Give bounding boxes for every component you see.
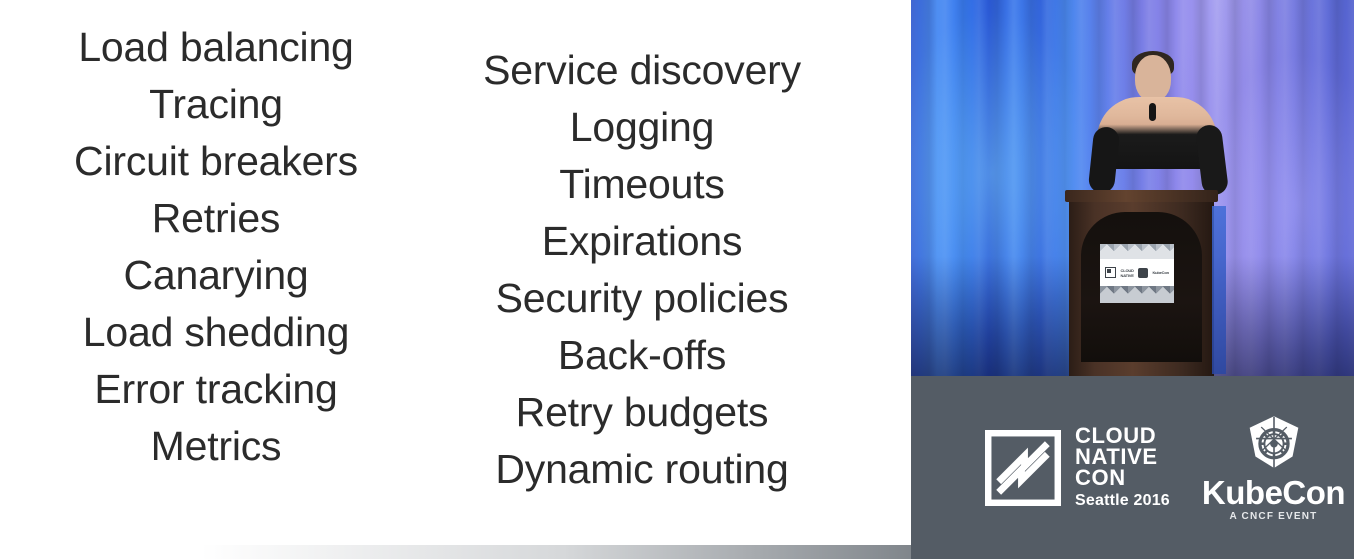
kubernetes-helm-icon bbox=[1138, 267, 1149, 278]
cncf-wordmark: CLOUD NATIVE CON Seattle 2016 bbox=[1075, 425, 1170, 510]
bullet-item: Error tracking bbox=[94, 366, 338, 412]
slide-bullet-columns: Load balancing Tracing Circuit breakers … bbox=[0, 0, 911, 559]
slide-canvas: Load balancing Tracing Circuit breakers … bbox=[0, 0, 911, 559]
event-branding-bar: CLOUD NATIVE CON Seattle 2016 KubeCon A … bbox=[911, 376, 1354, 559]
bullet-item: Logging bbox=[569, 104, 715, 150]
bullet-item: Canarying bbox=[123, 252, 309, 298]
speaker-head bbox=[1135, 55, 1171, 101]
podium-sign: CLOUD NATIVE KubeCon bbox=[1100, 244, 1174, 303]
bullet-item: Load balancing bbox=[78, 24, 354, 70]
podium-sign-pattern-top bbox=[1100, 244, 1174, 259]
podium-sign-cncf-label: CLOUD NATIVE bbox=[1120, 267, 1134, 278]
podium-side-light bbox=[1212, 206, 1226, 374]
podium-sign-logos: CLOUD NATIVE KubeCon bbox=[1100, 259, 1174, 286]
bullet-item: Service discovery bbox=[483, 47, 801, 93]
kubecon-tagline: A CNCF EVENT bbox=[1229, 511, 1318, 522]
bullet-item: Retries bbox=[151, 195, 281, 241]
cncf-mark-icon bbox=[1105, 267, 1117, 278]
cncf-word-con: CON bbox=[1075, 465, 1126, 490]
podium-top-surface bbox=[1065, 190, 1218, 202]
podium: CLOUD NATIVE KubeCon bbox=[1065, 190, 1226, 376]
bullet-item: Security policies bbox=[495, 275, 789, 321]
cncf-logo-lockup: CLOUD NATIVE CON Seattle 2016 bbox=[984, 425, 1170, 510]
bullet-item: Retry budgets bbox=[515, 389, 769, 435]
kubernetes-helm-icon bbox=[1242, 413, 1306, 477]
podium-sign-kubecon-label: KubeCon bbox=[1152, 270, 1169, 275]
kubecon-wordmark: KubeCon bbox=[1201, 474, 1346, 511]
speaker-arm-left bbox=[1087, 125, 1121, 195]
cncf-word-cloud: CLOUD bbox=[1075, 423, 1157, 448]
cncf-word-native: NATIVE bbox=[1075, 444, 1158, 469]
bullet-item: Timeouts bbox=[559, 161, 725, 207]
speaker-video-panel: CLOUD NATIVE KubeCon bbox=[911, 0, 1354, 376]
podium-sign-pattern-bottom bbox=[1100, 286, 1174, 303]
event-location-year: Seattle 2016 bbox=[1075, 492, 1170, 509]
bullet-item: Metrics bbox=[150, 423, 282, 469]
cncf-mark-icon bbox=[984, 429, 1062, 506]
microphone-icon bbox=[1149, 103, 1156, 121]
speaker-figure bbox=[1087, 51, 1230, 205]
bullet-item: Dynamic routing bbox=[495, 446, 789, 492]
bullet-item: Load shedding bbox=[82, 309, 350, 355]
bullet-item: Back-offs bbox=[557, 332, 727, 378]
bullet-item: Circuit breakers bbox=[74, 138, 358, 184]
bullet-column-right: Service discovery Logging Timeouts Expir… bbox=[432, 0, 852, 559]
presentation-recording-frame: Load balancing Tracing Circuit breakers … bbox=[0, 0, 1354, 559]
kubecon-logo-lockup: KubeCon A CNCF EVENT bbox=[1201, 413, 1346, 522]
bullet-item: Tracing bbox=[149, 81, 283, 127]
bullet-item: Expirations bbox=[541, 218, 743, 264]
bullet-column-left: Load balancing Tracing Circuit breakers … bbox=[0, 0, 432, 559]
